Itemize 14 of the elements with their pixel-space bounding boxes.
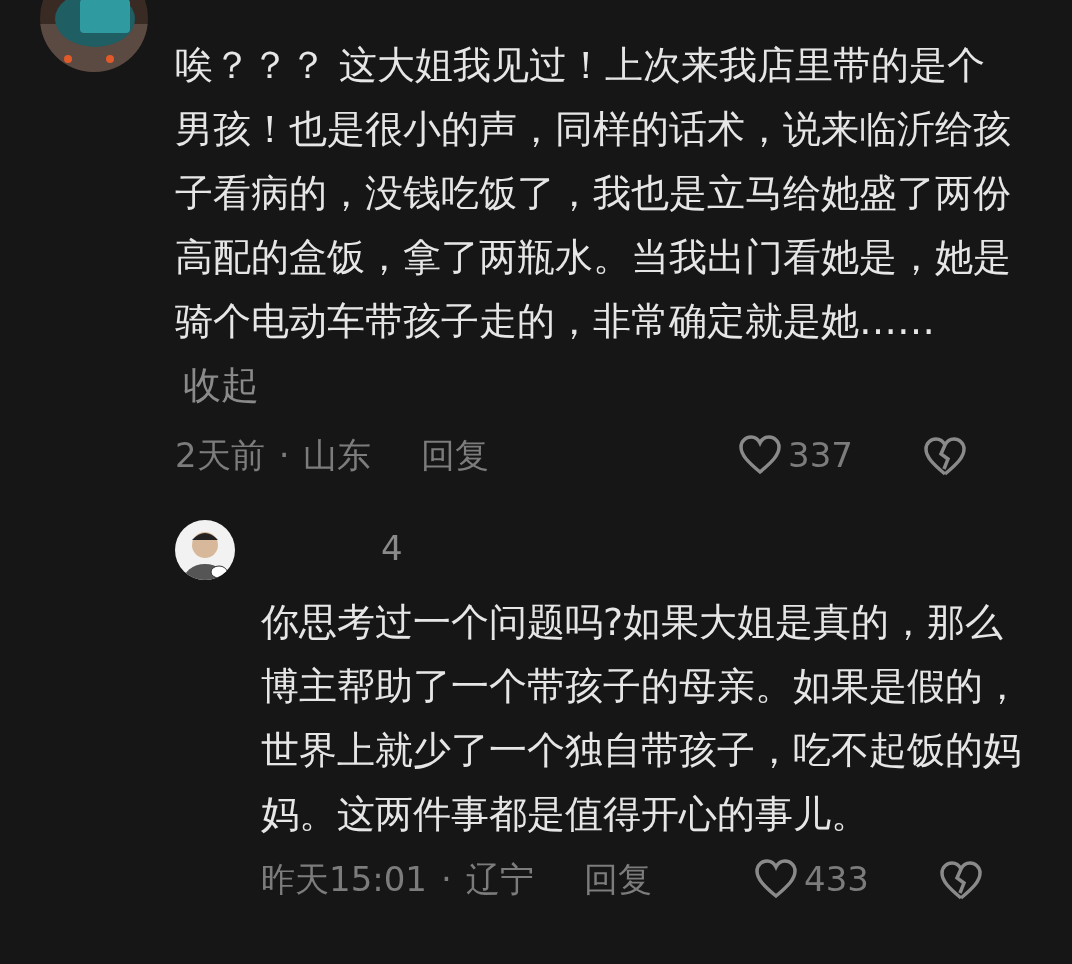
separator-dot: · bbox=[441, 857, 452, 901]
collapse-link[interactable]: 收起 bbox=[183, 363, 259, 407]
comment-text: 唉？？？ 这大姐我见过！上次来我店里带的是个男孩！也是很小的声，同样的话术，说来临沂给孩子看病的，没钱吃饭了，我也是立马给她盛了两份高配的盒饭，拿了两瓶水。当我出门看她是，她是骑个电动车带孩子走的，非常确定就是她…… 收起 bbox=[175, 42, 1012, 409]
reply-text: 你思考过一个问题吗?如果大姐是真的，那么博主帮助了一个带孩子的母亲。如果是假的，世界上就少了一个独自带孩子，吃不起饭的妈妈。这两件事都是值得开心的事儿。 bbox=[261, 599, 1022, 838]
like-count: 337 bbox=[788, 433, 853, 477]
reply-link[interactable]: 回复 bbox=[583, 853, 652, 905]
like-count: 433 bbox=[804, 857, 869, 901]
username: 4 bbox=[381, 528, 403, 568]
separator-dot: · bbox=[278, 433, 290, 477]
comment-time: 2天前 bbox=[175, 433, 265, 477]
reply-link[interactable]: 回复 bbox=[421, 429, 490, 481]
comment-time: 昨天15:01 bbox=[261, 857, 427, 901]
comment-location: 辽宁 bbox=[465, 857, 534, 901]
comment-location: 山东 bbox=[303, 433, 372, 477]
